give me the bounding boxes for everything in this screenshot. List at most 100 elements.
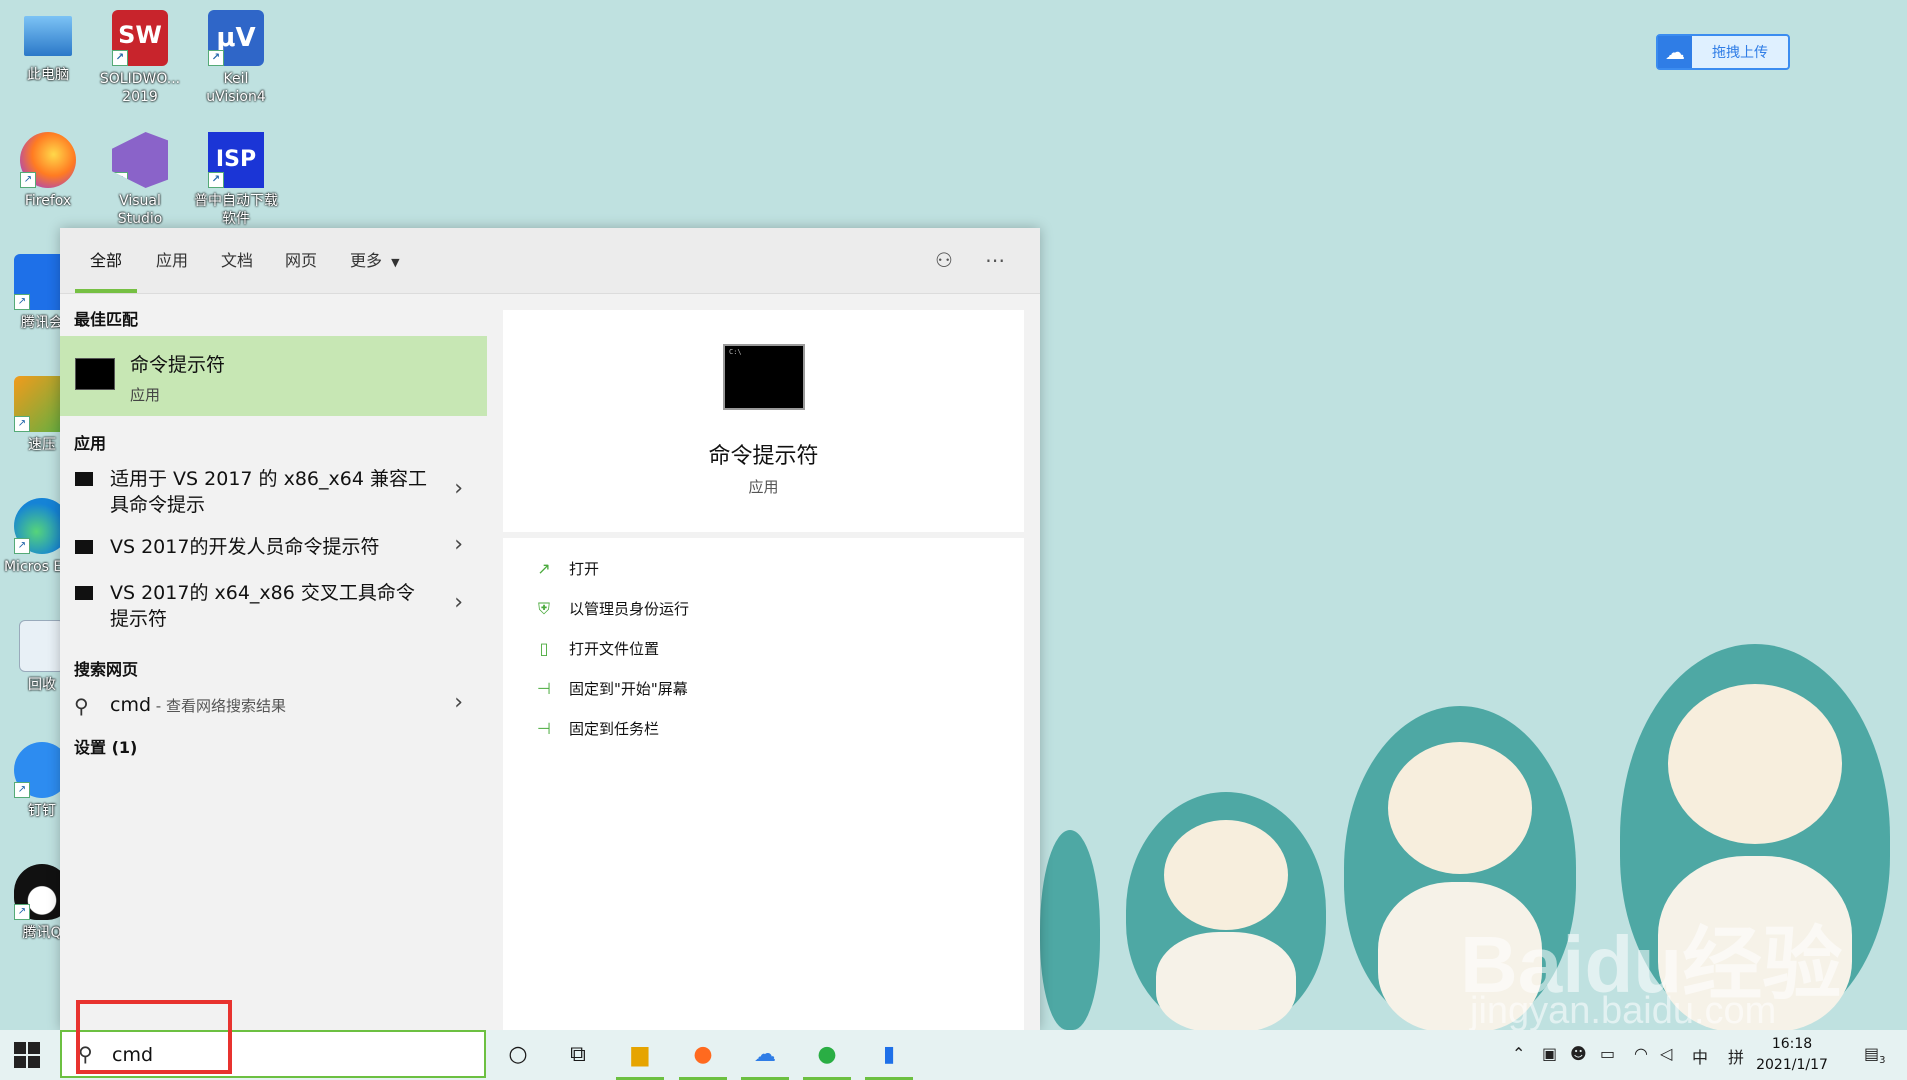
shortcut-arrow-icon: ↗ bbox=[14, 904, 30, 920]
clock[interactable]: 16:18 2021/1/17 bbox=[1752, 1034, 1832, 1076]
baidu-netdisk-icon[interactable]: ☁ bbox=[750, 1040, 780, 1070]
ime-mode[interactable]: 中 bbox=[1692, 1044, 1708, 1068]
wifi-icon[interactable]: ◠ bbox=[1634, 1044, 1648, 1063]
terminal-icon bbox=[75, 472, 93, 486]
chevron-right-icon[interactable]: › bbox=[454, 590, 463, 615]
recycle-bin-icon bbox=[19, 620, 65, 672]
best-match-item[interactable]: 命令提示符 应用 bbox=[60, 336, 487, 416]
search-tabs-bar: 全部 应用 文档 网页 更多 ▼ ⚇ ⋯ bbox=[60, 228, 1040, 294]
shortcut-arrow-icon: ↗ bbox=[112, 50, 128, 66]
more-options-icon[interactable]: ⋯ bbox=[982, 248, 1008, 274]
highlight-box bbox=[76, 1000, 232, 1074]
chevron-up-icon[interactable]: ⌃ bbox=[1512, 1044, 1525, 1063]
app-result-item[interactable]: 适用于 VS 2017 的 x86_x64 兼容工具命令提示 › bbox=[60, 466, 487, 520]
web-search-label: cmd - 查看网络搜索结果 bbox=[110, 692, 430, 719]
feedback-icon[interactable]: ⚇ bbox=[931, 248, 957, 274]
windows-logo-icon bbox=[28, 1042, 40, 1054]
notification-center-icon[interactable]: ▤3 bbox=[1864, 1044, 1886, 1066]
action-label: 打开 bbox=[569, 559, 600, 578]
run-as-admin-icon: ⛨ bbox=[537, 599, 550, 618]
solidworks-icon: SW ↗ bbox=[112, 10, 168, 66]
action-pin-to-taskbar[interactable]: ⊣ 固定到任务栏 bbox=[533, 716, 659, 740]
best-match-name: 命令提示符 bbox=[130, 354, 226, 376]
tab-all[interactable]: 全部 bbox=[74, 228, 138, 293]
action-label: 以管理员身份运行 bbox=[569, 599, 690, 618]
preview-title: 命令提示符 bbox=[708, 444, 819, 469]
visual-studio-icon: ↗ bbox=[112, 132, 168, 188]
taskbar: ⚲ cmd ○ ⧉ ▆ ● ☁ ● ▮ ⌃ ▣ ☻ ▭ ◠ ◁ 中 拼 16:1… bbox=[0, 1030, 1907, 1080]
desktop-icon-label: 钉钉 bbox=[28, 803, 56, 819]
cloud-icon: ☁ bbox=[1658, 36, 1692, 68]
chevron-right-icon[interactable]: › bbox=[454, 476, 463, 501]
apps-heading: 应用 bbox=[74, 434, 107, 453]
search-icon: ⚲ bbox=[74, 694, 89, 718]
desktop-icon-solidworks[interactable]: SW ↗ SOLIDWO... 2019 bbox=[98, 10, 182, 106]
terminal-icon bbox=[75, 586, 93, 600]
shortcut-arrow-icon: ↗ bbox=[208, 50, 224, 66]
qq-tray-icon[interactable]: ☻ bbox=[1570, 1044, 1587, 1063]
preview-card: 命令提示符 应用 bbox=[503, 310, 1024, 532]
ime-layout[interactable]: 拼 bbox=[1728, 1044, 1744, 1068]
wechat-icon[interactable]: ● bbox=[812, 1040, 842, 1070]
phone-link-icon[interactable]: ▮ bbox=[874, 1040, 904, 1070]
settings-heading[interactable]: 设置 (1) bbox=[74, 734, 137, 758]
shortcut-arrow-icon: ↗ bbox=[112, 172, 128, 188]
volume-icon[interactable]: ◁ bbox=[1660, 1044, 1672, 1063]
desktop-icon-label: 腾讯Q bbox=[22, 925, 62, 941]
desktop-icon-firefox[interactable]: ↗ Firefox bbox=[6, 132, 90, 210]
preview-subtitle: 应用 bbox=[748, 478, 779, 496]
tab-more[interactable]: 更多 ▼ bbox=[350, 228, 400, 293]
tab-apps[interactable]: 应用 bbox=[156, 228, 188, 293]
windows-logo-icon bbox=[14, 1042, 26, 1054]
shortcut-arrow-icon: ↗ bbox=[208, 172, 224, 188]
wallpaper-doll bbox=[1126, 792, 1326, 1032]
task-view-icon[interactable]: ⧉ bbox=[563, 1040, 593, 1070]
file-location-icon: ▯ bbox=[539, 639, 549, 658]
desktop-icon-label: Keil uVision4 bbox=[206, 71, 266, 105]
battery-icon[interactable]: ▭ bbox=[1600, 1044, 1615, 1063]
action-pin-to-start[interactable]: ⊣ 固定到"开始"屏幕 bbox=[533, 676, 688, 700]
baidu-upload-widget[interactable]: ☁ 拖拽上传 bbox=[1656, 34, 1790, 70]
web-search-suffix: - 查看网络搜索结果 bbox=[151, 697, 286, 715]
tab-documents[interactable]: 文档 bbox=[221, 228, 253, 293]
file-explorer-icon[interactable]: ▆ bbox=[625, 1040, 655, 1070]
action-open-file-location[interactable]: ▯ 打开文件位置 bbox=[533, 636, 659, 660]
app-result-item[interactable]: VS 2017的 x64_x86 交叉工具命令提示符 › bbox=[60, 580, 487, 634]
desktop-icon-keil[interactable]: μV ↗ Keil uVision4 bbox=[194, 10, 278, 106]
desktop-icon-label: Firefox bbox=[24, 193, 72, 209]
results-list: 最佳匹配 命令提示符 应用 应用 适用于 VS 2017 的 x86_x64 兼… bbox=[60, 294, 487, 1030]
shortcut-arrow-icon: ↗ bbox=[14, 538, 30, 554]
clock-time: 16:18 bbox=[1771, 1036, 1813, 1052]
web-search-heading: 搜索网页 bbox=[74, 660, 139, 679]
keil-icon: μV ↗ bbox=[208, 10, 264, 66]
shortcut-arrow-icon: ↗ bbox=[14, 294, 30, 310]
windows-logo-icon bbox=[14, 1056, 26, 1068]
windows-logo-icon bbox=[28, 1056, 40, 1068]
action-label: 固定到"开始"屏幕 bbox=[569, 679, 688, 698]
shortcut-arrow-icon: ↗ bbox=[14, 416, 30, 432]
tab-web[interactable]: 网页 bbox=[285, 228, 317, 293]
security-icon[interactable]: ▣ bbox=[1542, 1044, 1557, 1063]
chevron-right-icon[interactable]: › bbox=[454, 690, 463, 715]
desktop-icon-label: 回收 bbox=[28, 677, 56, 693]
cortana-icon[interactable]: ○ bbox=[503, 1040, 533, 1070]
desktop-icon-label: 腾讯会 bbox=[21, 315, 63, 331]
app-result-label: VS 2017的开发人员命令提示符 bbox=[110, 536, 380, 558]
app-result-item[interactable]: VS 2017的开发人员命令提示符 › bbox=[60, 532, 487, 564]
action-label: 固定到任务栏 bbox=[569, 719, 660, 738]
pin-icon: ⊣ bbox=[537, 679, 551, 698]
action-open[interactable]: ↗ 打开 bbox=[533, 556, 599, 580]
desktop-icon-this-pc[interactable]: 此电脑 bbox=[6, 10, 90, 84]
chevron-down-icon: ▼ bbox=[391, 256, 400, 269]
web-search-item[interactable]: ⚲ cmd - 查看网络搜索结果 › bbox=[60, 690, 487, 722]
command-prompt-icon bbox=[75, 358, 115, 390]
upload-label: 拖拽上传 bbox=[1712, 45, 1768, 61]
action-run-as-admin[interactable]: ⛨ 以管理员身份运行 bbox=[533, 596, 689, 620]
web-search-query: cmd bbox=[110, 694, 152, 716]
start-button[interactable] bbox=[14, 1042, 40, 1068]
shortcut-arrow-icon: ↗ bbox=[20, 172, 36, 188]
firefox-taskbar-icon[interactable]: ● bbox=[688, 1040, 718, 1070]
preview-pane: 命令提示符 应用 ↗ 打开 ⛨ 以管理员身份运行 ▯ 打开文件位置 ⊣ 固定到"… bbox=[487, 294, 1040, 1030]
chevron-right-icon[interactable]: › bbox=[454, 532, 463, 557]
pin-icon: ⊣ bbox=[537, 719, 551, 738]
